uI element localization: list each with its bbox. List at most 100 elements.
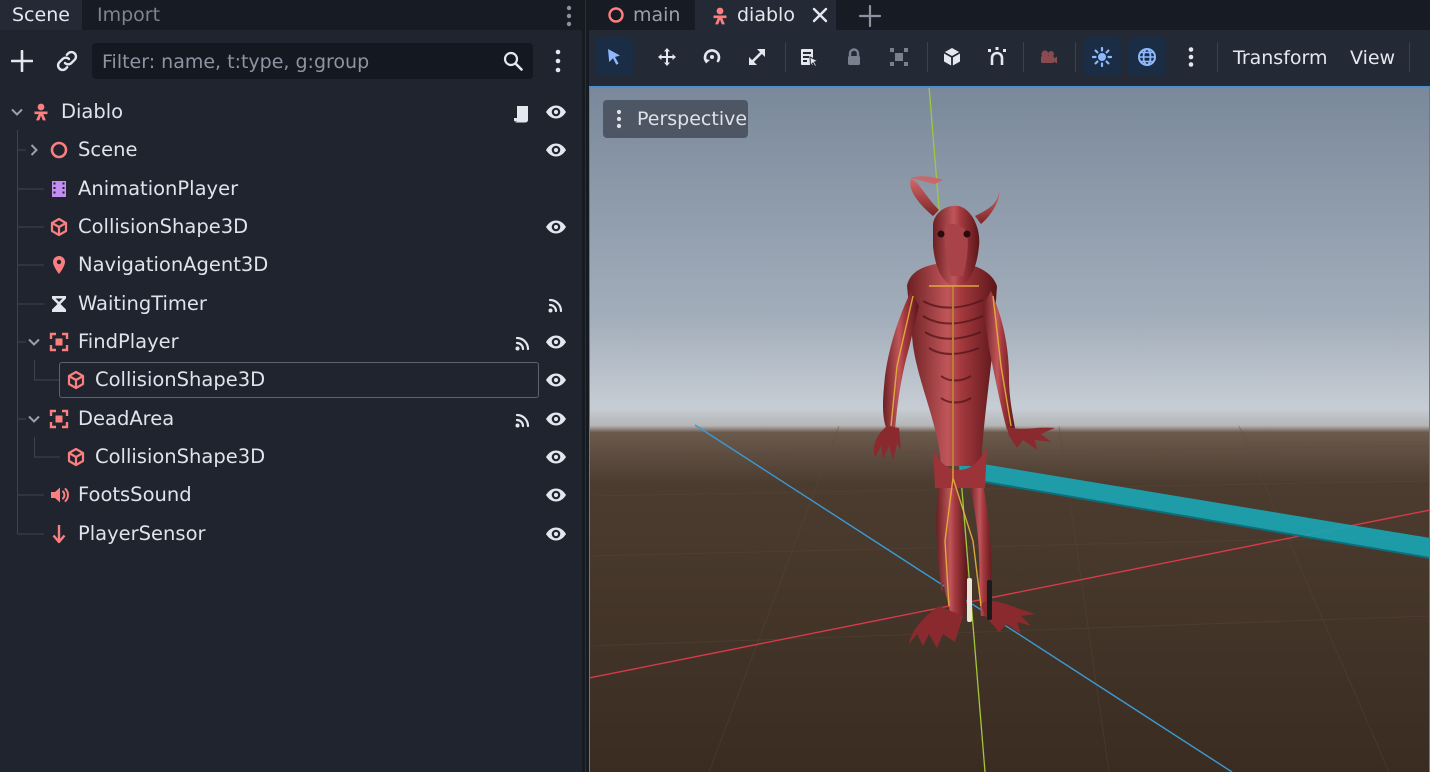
sun-preview-icon[interactable] bbox=[1083, 38, 1121, 76]
instance-link-icon[interactable] bbox=[55, 49, 79, 73]
character-body-icon bbox=[34, 103, 48, 121]
area-icon bbox=[49, 332, 69, 352]
tree-item-label: CollisionShape3D bbox=[95, 445, 266, 468]
move-icon[interactable] bbox=[648, 38, 686, 76]
group-icon[interactable] bbox=[880, 38, 918, 76]
filter-input[interactable] bbox=[100, 43, 494, 81]
tree-item-findplayer[interactable]: FindPlayer bbox=[0, 323, 582, 361]
signal-icon[interactable] bbox=[512, 411, 534, 429]
eye-icon[interactable] bbox=[545, 487, 567, 503]
film-icon bbox=[52, 181, 66, 197]
tab-main[interactable]: main bbox=[589, 0, 692, 30]
tab-diablo[interactable]: diablo bbox=[695, 0, 836, 30]
search-icon[interactable] bbox=[503, 51, 523, 71]
tree-item-label: PlayerSensor bbox=[78, 522, 206, 545]
chevron-down-icon[interactable] bbox=[27, 335, 41, 349]
cube-icon bbox=[50, 217, 68, 237]
environment-preview-icon[interactable] bbox=[1128, 38, 1166, 76]
close-icon[interactable] bbox=[811, 6, 829, 24]
eye-icon[interactable] bbox=[545, 334, 567, 350]
add-node-icon[interactable] bbox=[11, 50, 33, 72]
tree-item-label: FindPlayer bbox=[78, 330, 179, 353]
scale-icon[interactable] bbox=[738, 38, 776, 76]
tree-item-label: Scene bbox=[78, 138, 138, 161]
perspective-menu-button[interactable]: Perspective bbox=[603, 100, 748, 138]
tree-item-label: NavigationAgent3D bbox=[78, 253, 269, 276]
select-icon[interactable] bbox=[595, 38, 633, 76]
scene-circle-icon bbox=[50, 141, 68, 159]
filter-box bbox=[92, 43, 533, 81]
mesh-icon[interactable] bbox=[933, 38, 971, 76]
dock-splitter[interactable] bbox=[582, 0, 589, 772]
chevron-down-icon[interactable] bbox=[10, 105, 24, 119]
dock-tabs: Scene Import bbox=[0, 0, 582, 30]
perspective-label: Perspective bbox=[637, 108, 748, 130]
hourglass-icon bbox=[52, 296, 66, 312]
eye-icon[interactable] bbox=[545, 411, 567, 427]
tree-item-animationplayer[interactable]: AnimationPlayer bbox=[0, 170, 582, 208]
cube-icon bbox=[67, 447, 85, 467]
eye-icon[interactable] bbox=[545, 372, 567, 388]
eye-icon[interactable] bbox=[545, 104, 567, 120]
tree-item-label: FootsSound bbox=[78, 483, 192, 506]
tree-item-playersensor[interactable]: PlayerSensor bbox=[0, 515, 582, 553]
rotate-icon[interactable] bbox=[693, 38, 731, 76]
tab-import[interactable]: Import bbox=[85, 0, 172, 30]
snap-icon[interactable] bbox=[978, 38, 1016, 76]
cube-icon bbox=[67, 370, 85, 390]
tree-item-label: DeadArea bbox=[78, 407, 175, 430]
tree-item-navigationagent3d[interactable]: NavigationAgent3D bbox=[0, 246, 582, 284]
scene-circle-icon bbox=[608, 7, 624, 23]
tab-label: main bbox=[633, 4, 681, 26]
tree-item-deadarea[interactable]: DeadArea bbox=[0, 400, 582, 438]
tree-item-collisionshape3d-selected[interactable]: CollisionShape3D bbox=[0, 361, 582, 399]
splitter-handle bbox=[585, 0, 586, 772]
kebab-menu-icon[interactable] bbox=[1172, 38, 1210, 76]
viewport-focus-outline bbox=[589, 86, 1430, 772]
transform-menu[interactable]: Transform bbox=[1233, 30, 1328, 86]
chevron-right-icon[interactable] bbox=[27, 143, 41, 157]
eye-icon[interactable] bbox=[545, 219, 567, 235]
signal-icon[interactable] bbox=[512, 334, 534, 352]
viewport-toolbar: Transform View bbox=[589, 30, 1430, 86]
view-menu[interactable]: View bbox=[1350, 30, 1395, 86]
tree-item-scene[interactable]: Scene bbox=[0, 131, 582, 169]
tab-scene[interactable]: Scene bbox=[0, 0, 82, 30]
toolbar-separator bbox=[1023, 42, 1024, 72]
scene-dock: Scene Import Filter: name, t:type, g:gro… bbox=[0, 0, 582, 772]
ray-arrow-icon bbox=[52, 525, 66, 544]
add-tab-icon[interactable] bbox=[859, 5, 881, 27]
kebab-menu-icon[interactable] bbox=[564, 4, 574, 28]
tree-item-label: CollisionShape3D bbox=[95, 368, 266, 391]
lock-icon[interactable] bbox=[835, 38, 873, 76]
eye-icon[interactable] bbox=[545, 449, 567, 465]
toolbar-separator bbox=[785, 42, 786, 72]
kebab-menu-icon[interactable] bbox=[553, 49, 563, 73]
tree-item-label: WaitingTimer bbox=[78, 292, 207, 315]
tree-item-waitingtimer[interactable]: WaitingTimer bbox=[0, 285, 582, 323]
scene-tree: Diablo Scene AnimationPlayer CollisionSh… bbox=[0, 88, 582, 772]
signal-icon[interactable] bbox=[545, 296, 567, 314]
eye-icon[interactable] bbox=[545, 142, 567, 158]
toolbar-separator bbox=[1075, 42, 1076, 72]
eye-icon[interactable] bbox=[545, 526, 567, 542]
toolbar-separator bbox=[1217, 42, 1218, 72]
tree-item-label: CollisionShape3D bbox=[78, 215, 249, 238]
list-select-icon[interactable] bbox=[790, 38, 828, 76]
map-pin-icon bbox=[53, 256, 65, 274]
toolbar-separator bbox=[927, 42, 928, 72]
tab-label: diablo bbox=[737, 4, 795, 26]
tree-item-label: Diablo bbox=[61, 100, 124, 123]
chevron-down-icon[interactable] bbox=[27, 412, 41, 426]
viewport-3d[interactable]: Perspective bbox=[589, 86, 1430, 772]
script-icon[interactable] bbox=[512, 104, 532, 124]
camera-icon[interactable] bbox=[1029, 38, 1067, 76]
area-icon bbox=[49, 409, 69, 429]
scene-tabs: main diablo bbox=[589, 0, 1430, 30]
tree-item-collisionshape3d-deadarea[interactable]: CollisionShape3D bbox=[0, 438, 582, 476]
tree-item-footssound[interactable]: FootsSound bbox=[0, 476, 582, 514]
character-body-icon bbox=[713, 7, 727, 25]
tree-item-diablo[interactable]: Diablo bbox=[0, 93, 582, 131]
tree-item-collisionshape3d[interactable]: CollisionShape3D bbox=[0, 208, 582, 246]
tree-item-label: AnimationPlayer bbox=[78, 177, 239, 200]
